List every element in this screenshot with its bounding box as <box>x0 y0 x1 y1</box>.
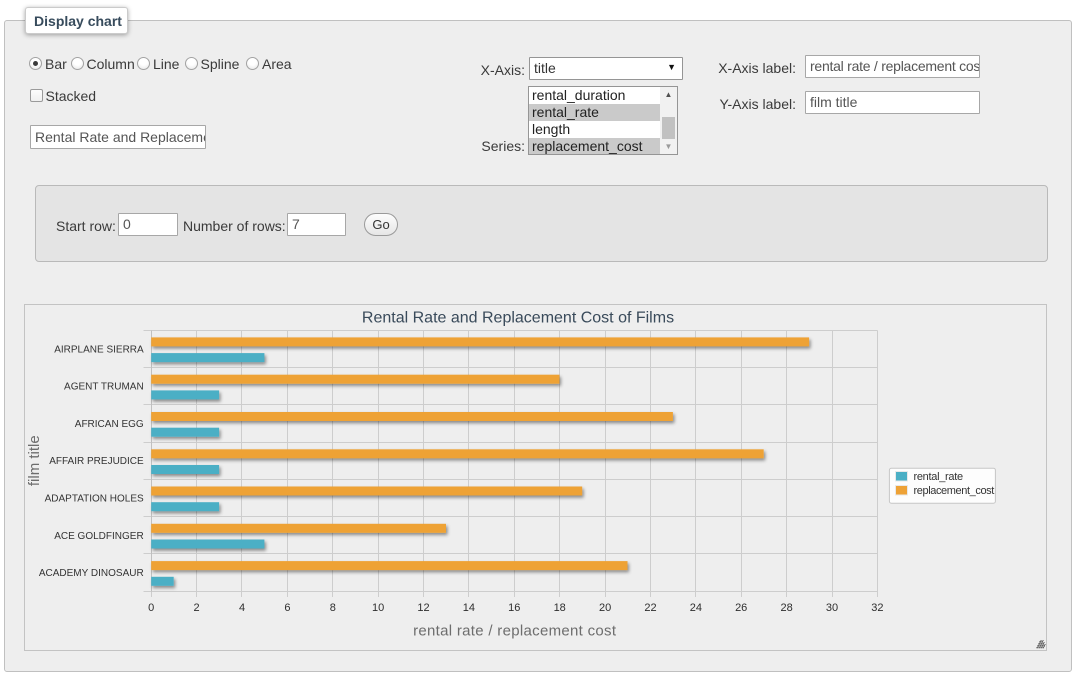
svg-text:6: 6 <box>284 602 290 614</box>
svg-text:22: 22 <box>644 602 656 614</box>
svg-text:14: 14 <box>463 602 475 614</box>
svg-text:film title: film title <box>26 435 43 486</box>
svg-text:4: 4 <box>239 602 245 614</box>
svg-text:16: 16 <box>508 602 520 614</box>
svg-text:12: 12 <box>417 602 429 614</box>
svg-text:0: 0 <box>148 602 154 614</box>
svg-text:30: 30 <box>826 602 838 614</box>
svg-text:32: 32 <box>871 602 883 614</box>
svg-text:Rental Rate and Replacement Co: Rental Rate and Replacement Cost of Film… <box>362 310 674 327</box>
svg-text:AGENT TRUMAN: AGENT TRUMAN <box>64 382 144 393</box>
svg-text:20: 20 <box>599 602 611 614</box>
svg-text:AFRICAN EGG: AFRICAN EGG <box>75 419 144 430</box>
svg-text:ADAPTATION HOLES: ADAPTATION HOLES <box>45 494 144 505</box>
svg-text:ACADEMY DINOSAUR: ACADEMY DINOSAUR <box>39 568 144 579</box>
svg-text:24: 24 <box>690 602 702 614</box>
svg-text:26: 26 <box>735 602 747 614</box>
svg-text:rental_rate: rental_rate <box>914 471 963 483</box>
svg-text:10: 10 <box>372 602 384 614</box>
svg-text:28: 28 <box>780 602 792 614</box>
svg-text:2: 2 <box>194 602 200 614</box>
svg-text:AFFAIR PREJUDICE: AFFAIR PREJUDICE <box>49 456 144 467</box>
svg-text:18: 18 <box>554 602 566 614</box>
svg-text:ACE GOLDFINGER: ACE GOLDFINGER <box>54 531 143 542</box>
svg-text:replacement_cost: replacement_cost <box>914 485 995 497</box>
svg-text:rental rate / replacement cost: rental rate / replacement cost <box>413 623 617 640</box>
svg-text:AIRPLANE SIERRA: AIRPLANE SIERRA <box>54 344 144 355</box>
svg-text:8: 8 <box>330 602 336 614</box>
